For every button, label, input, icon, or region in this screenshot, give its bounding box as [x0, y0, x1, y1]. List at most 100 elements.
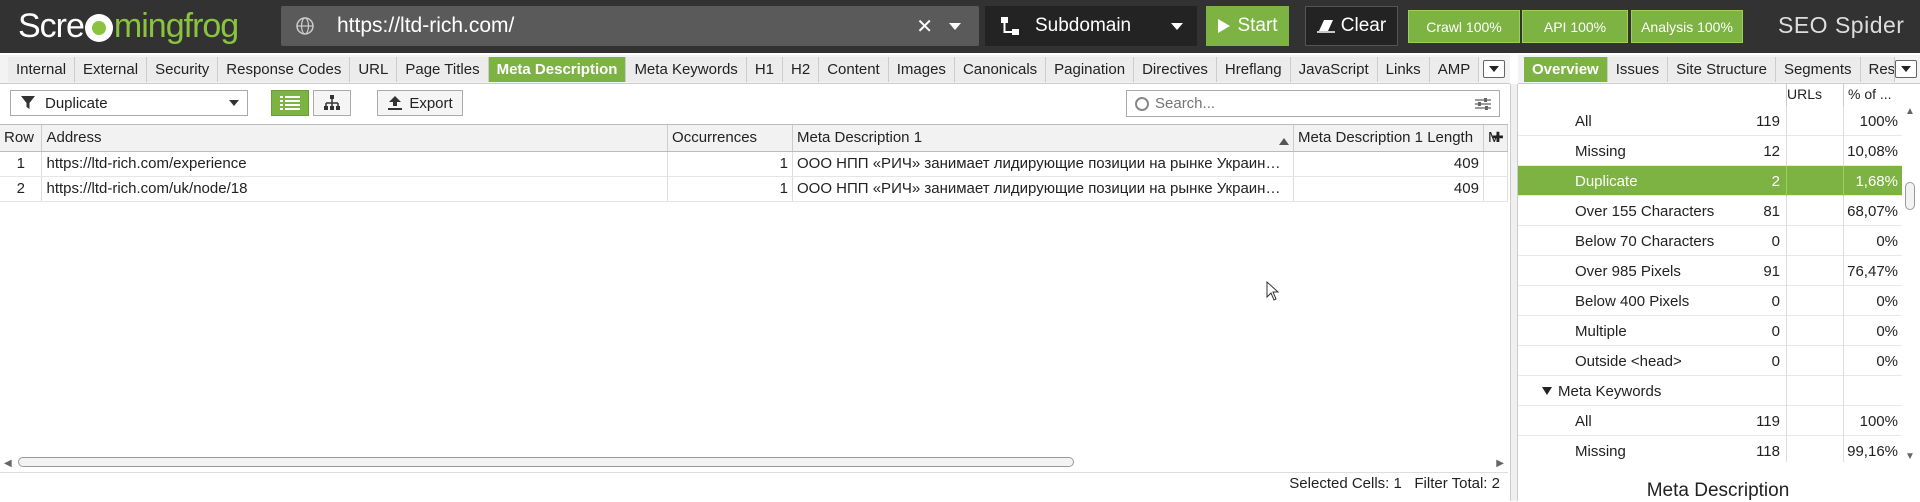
tab-meta-keywords[interactable]: Meta Keywords	[626, 57, 747, 82]
crawl-mode-select[interactable]: Subdomain	[985, 6, 1197, 46]
tab-directives[interactable]: Directives	[1134, 57, 1217, 82]
list-view-button[interactable]	[271, 90, 309, 116]
cell-row[interactable]: 2	[0, 176, 43, 202]
cell-meta-description[interactable]: ООО НПП «РИЧ» занимает лидирующие позици…	[792, 151, 1294, 177]
vertical-scrollbar[interactable]: ▲ ▼	[1904, 106, 1916, 462]
col-percent[interactable]: % of ...	[1848, 86, 1892, 102]
tab-content[interactable]: Content	[819, 57, 889, 82]
tab-response-codes[interactable]: Response Codes	[218, 57, 351, 82]
column-divider	[1786, 286, 1787, 316]
filter-total-label: Filter Total:	[1414, 475, 1488, 492]
item-percent: 76,47%	[1847, 263, 1898, 280]
cell-occurrences[interactable]: 1	[667, 151, 793, 177]
overview-item-keywords-missing[interactable]: Missing 118 99,16%	[1518, 436, 1902, 462]
scroll-left-icon[interactable]: ◀	[4, 458, 12, 469]
collapse-icon[interactable]	[1542, 387, 1552, 395]
overview-item-missing[interactable]: Missing 12 10,08%	[1518, 136, 1902, 166]
tab-security[interactable]: Security	[147, 57, 219, 82]
scroll-right-icon[interactable]: ▶	[1496, 458, 1504, 469]
overview-item-over-155-characters[interactable]: Over 155 Characters 81 68,07%	[1518, 196, 1902, 226]
overview-item-below-70-characters[interactable]: Below 70 Characters 0 0%	[1518, 226, 1902, 256]
filter-select[interactable]: Duplicate	[10, 90, 248, 116]
export-button[interactable]: Export	[377, 90, 463, 116]
scroll-down-icon[interactable]: ▼	[1905, 451, 1915, 462]
tab-url[interactable]: URL	[350, 57, 398, 82]
add-column-icon[interactable]: ✚	[1492, 129, 1504, 146]
table-row[interactable]: 1 https://ltd-rich.com/experience 1 ООО …	[0, 151, 1509, 177]
overview-item-all[interactable]: All 119 100%	[1518, 106, 1902, 136]
tab-h2[interactable]: H2	[783, 57, 820, 82]
tab-page-titles[interactable]: Page Titles	[397, 57, 489, 82]
start-button[interactable]: Start	[1206, 6, 1289, 46]
overview-item-multiple[interactable]: Multiple 0 0%	[1518, 316, 1902, 346]
cell-more[interactable]	[1483, 176, 1509, 202]
item-label: Outside <head>	[1575, 353, 1682, 370]
tab-javascript[interactable]: JavaScript	[1290, 57, 1378, 82]
play-icon	[1218, 19, 1231, 33]
tab-segments[interactable]: Segments	[1775, 57, 1861, 82]
column-divider	[1786, 196, 1787, 226]
column-divider	[1786, 226, 1787, 256]
overview-item-outside-head[interactable]: Outside <head> 0 0%	[1518, 346, 1902, 376]
tab-images[interactable]: Images	[888, 57, 955, 82]
tab-site-structure[interactable]: Site Structure	[1668, 57, 1776, 82]
clear-url-icon[interactable]: ✕	[916, 14, 933, 39]
tab-amp[interactable]: AMP	[1429, 57, 1480, 82]
tab-hreflang[interactable]: Hreflang	[1216, 57, 1291, 82]
overview-item-duplicate[interactable]: Duplicate 2 1,68%	[1518, 166, 1902, 196]
sliders-icon[interactable]	[1475, 97, 1491, 111]
tab-meta-description[interactable]: Meta Description	[488, 57, 627, 82]
tab-overview[interactable]: Overview	[1524, 57, 1608, 82]
tab-h1[interactable]: H1	[746, 57, 783, 82]
item-percent: 1,68%	[1855, 173, 1898, 190]
overview-header: URLs % of ...	[1518, 84, 1902, 106]
cell-occurrences[interactable]: 1	[667, 176, 793, 202]
more-tabs-dropdown-icon[interactable]	[1483, 60, 1506, 78]
group-label: Meta Keywords	[1558, 383, 1662, 400]
overview-item-over-985-pixels[interactable]: Over 985 Pixels 91 76,47%	[1518, 256, 1902, 286]
tab-canonicals[interactable]: Canonicals	[954, 57, 1047, 82]
scroll-up-icon[interactable]: ▲	[1905, 106, 1915, 117]
col-urls[interactable]: URLs	[1787, 86, 1822, 102]
cell-more[interactable]	[1483, 151, 1509, 177]
col-row[interactable]: Row	[0, 125, 43, 152]
overview-item-keywords-all[interactable]: All 119 100%	[1518, 406, 1902, 436]
tab-internal[interactable]: Internal	[8, 57, 76, 82]
column-divider	[1843, 84, 1844, 106]
panel-splitter[interactable]	[1510, 84, 1518, 501]
tree-view-button[interactable]	[313, 90, 351, 116]
url-bar[interactable]: https://ltd-rich.com/ ✕	[281, 6, 979, 46]
col-occurrences[interactable]: Occurrences	[667, 125, 793, 152]
overview-item-below-400-pixels[interactable]: Below 400 Pixels 0 0%	[1518, 286, 1902, 316]
item-count: 81	[1763, 203, 1780, 220]
tab-links[interactable]: Links	[1377, 57, 1430, 82]
selected-cells-value: 1	[1393, 475, 1402, 492]
cell-address[interactable]: https://ltd-rich.com/uk/node/18	[41, 176, 669, 202]
scrollbar-thumb[interactable]	[18, 457, 1074, 467]
column-divider	[1786, 346, 1787, 376]
cell-address[interactable]: https://ltd-rich.com/experience	[41, 151, 669, 177]
cell-row[interactable]: 1	[0, 151, 43, 177]
export-label: Export	[409, 94, 453, 112]
column-divider	[1843, 376, 1844, 406]
url-input[interactable]: https://ltd-rich.com/	[337, 14, 916, 38]
url-history-dropdown-icon[interactable]	[949, 22, 961, 30]
tab-response-times[interactable]: Res	[1860, 57, 1895, 82]
more-side-tabs-dropdown-icon[interactable]	[1894, 60, 1917, 78]
tab-issues[interactable]: Issues	[1607, 57, 1669, 82]
col-meta-description-length[interactable]: Meta Description 1 Length	[1293, 125, 1484, 152]
col-meta-description[interactable]: Meta Description 1	[792, 125, 1294, 152]
search-input[interactable]	[1155, 95, 1475, 112]
search-box[interactable]	[1126, 90, 1500, 117]
tab-external[interactable]: External	[75, 57, 148, 82]
cell-meta-length[interactable]: 409	[1293, 151, 1484, 177]
horizontal-scrollbar[interactable]: ◀ ▶	[4, 455, 1504, 469]
table-row[interactable]: 2 https://ltd-rich.com/uk/node/18 1 ООО …	[0, 176, 1509, 202]
scrollbar-thumb[interactable]	[1905, 182, 1915, 210]
cell-meta-description[interactable]: ООО НПП «РИЧ» занимает лидирующие позици…	[792, 176, 1294, 202]
overview-group-meta-keywords[interactable]: Meta Keywords	[1518, 376, 1902, 406]
col-address[interactable]: Address	[41, 125, 669, 152]
clear-button[interactable]: Clear	[1305, 6, 1398, 46]
cell-meta-length[interactable]: 409	[1293, 176, 1484, 202]
tab-pagination[interactable]: Pagination	[1046, 57, 1135, 82]
